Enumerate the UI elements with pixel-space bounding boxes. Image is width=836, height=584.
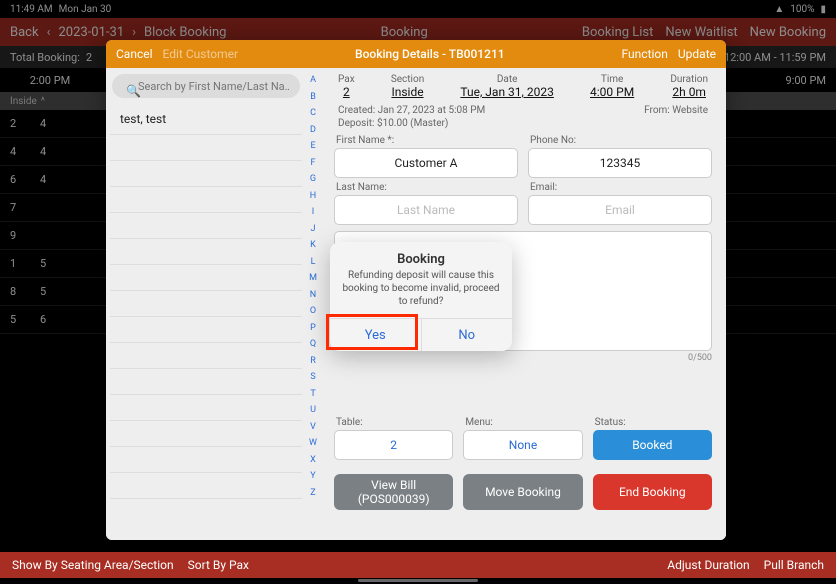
menu-label: Menu: (465, 417, 582, 428)
time-label: Time (590, 74, 634, 85)
pull-branch-button[interactable]: Pull Branch (764, 558, 824, 572)
deposit-label: Deposit: $10.00 (Master) (338, 118, 448, 129)
confirm-yes-button[interactable]: Yes (330, 319, 422, 351)
email-input[interactable]: Email (528, 195, 712, 225)
confirm-no-button[interactable]: No (422, 319, 513, 351)
view-bill-button[interactable]: View Bill (POS000039) (334, 474, 453, 510)
status-badge[interactable]: Booked (593, 430, 712, 460)
first-name-input[interactable]: Customer A (334, 148, 518, 178)
result-list (106, 135, 306, 540)
status-label: Status: (595, 417, 712, 428)
from-label: From: Website (644, 105, 708, 116)
confirm-message: Refunding deposit will cause this bookin… (330, 269, 512, 318)
section-label: Section (391, 74, 424, 85)
adjust-duration-button[interactable]: Adjust Duration (667, 558, 749, 572)
pax-label: Pax (338, 74, 355, 85)
table-select[interactable]: 2 (334, 430, 453, 460)
notes-counter: 0/500 (334, 353, 712, 363)
first-name-label: First Name *: (336, 135, 518, 146)
date-label: Date (460, 74, 553, 85)
menu-select[interactable]: None (463, 430, 582, 460)
move-booking-button[interactable]: Move Booking (463, 474, 582, 510)
email-label: Email: (530, 182, 712, 193)
date-value[interactable]: Tue, Jan 31, 2023 (460, 85, 553, 99)
confirm-title: Booking (330, 242, 512, 269)
function-button[interactable]: Function (622, 47, 668, 61)
home-indicator (358, 579, 478, 582)
modal-header: Cancel Edit Customer Booking Details - T… (106, 40, 726, 68)
update-button[interactable]: Update (678, 47, 716, 61)
search-icon: 🔍 (126, 84, 141, 98)
duration-value[interactable]: 2h 0m (670, 85, 708, 99)
end-booking-button[interactable]: End Booking (593, 474, 712, 510)
phone-input[interactable]: 123345 (528, 148, 712, 178)
pax-value[interactable]: 2 (338, 85, 355, 99)
alpha-index[interactable]: ABCDEFGHIJKLMNOPQRSTUVWXYZ (306, 68, 320, 540)
edit-customer-button[interactable]: Edit Customer (163, 47, 239, 61)
cancel-button[interactable]: Cancel (116, 47, 153, 61)
confirm-dialog: Booking Refunding deposit will cause thi… (330, 242, 512, 351)
bottom-bar: Show By Seating Area/Section Sort By Pax… (0, 552, 836, 578)
show-by-button[interactable]: Show By Seating Area/Section (12, 558, 174, 572)
search-result-item[interactable]: test, test (110, 104, 302, 135)
created-label: Created: Jan 27, 2023 at 5:08 PM (338, 105, 485, 116)
table-label: Table: (336, 417, 453, 428)
section-value[interactable]: Inside (391, 85, 424, 99)
sort-by-button[interactable]: Sort By Pax (188, 558, 249, 572)
modal-title: Booking Details - TB001211 (238, 47, 621, 61)
duration-label: Duration (670, 74, 708, 85)
last-name-label: Last Name: (336, 182, 518, 193)
customer-search-panel: 🔍 test, test (106, 68, 306, 540)
phone-label: Phone No: (530, 135, 712, 146)
last-name-input[interactable]: Last Name (334, 195, 518, 225)
time-value[interactable]: 4:00 PM (590, 85, 634, 99)
